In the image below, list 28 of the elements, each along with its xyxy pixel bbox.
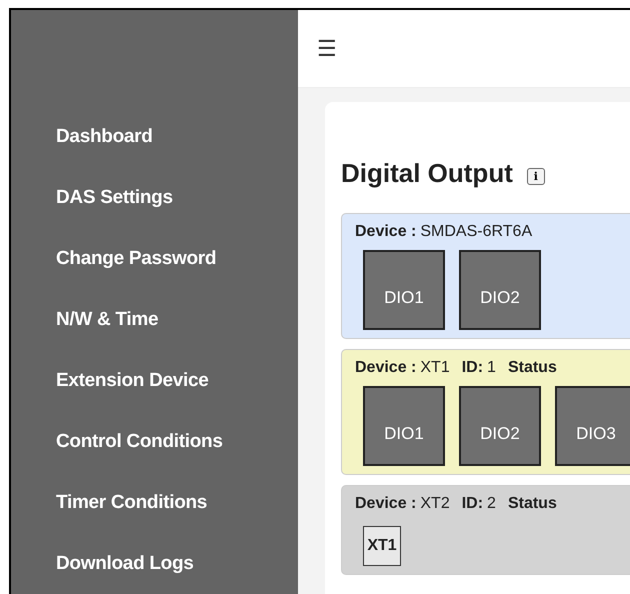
sidebar-item[interactable]: Download Logs bbox=[56, 550, 298, 578]
sidebar-item[interactable]: Dashboard bbox=[56, 123, 298, 151]
id-value: 2 bbox=[487, 494, 496, 514]
sidebar-item[interactable]: N/W & Time bbox=[56, 306, 298, 334]
device-tab[interactable]: XT1 bbox=[363, 526, 401, 566]
id-label: ID: bbox=[462, 358, 484, 378]
device-label: Device : bbox=[355, 494, 416, 514]
device-name: SMDAS-6RT6A bbox=[420, 222, 532, 242]
device-name: XT1 bbox=[420, 358, 450, 378]
device-label: Device : bbox=[355, 358, 416, 378]
device-name: XT2 bbox=[420, 494, 450, 514]
output-button[interactable]: DIO2 bbox=[459, 250, 541, 330]
sidebar-item[interactable]: Control Conditions bbox=[56, 428, 298, 456]
id-label: ID: bbox=[462, 494, 484, 514]
page-title: Digital Output bbox=[341, 157, 513, 190]
output-button[interactable]: DIO1 bbox=[363, 386, 445, 466]
sidebar-item[interactable]: Extension Device bbox=[56, 367, 298, 395]
info-button[interactable]: i bbox=[526, 168, 545, 185]
output-button[interactable]: DIO2 bbox=[459, 386, 541, 466]
output-button[interactable]: DIO3 bbox=[555, 386, 630, 466]
sidebar-item[interactable]: Change Password bbox=[56, 245, 298, 273]
sidebar-item[interactable]: DAS Settings bbox=[56, 184, 298, 212]
id-value: 1 bbox=[487, 358, 496, 378]
status-label: Status bbox=[508, 494, 557, 514]
sidebar-item[interactable]: Timer Conditions bbox=[56, 489, 298, 517]
output-button[interactable]: DIO1 bbox=[363, 250, 445, 330]
status-label: Status bbox=[508, 358, 557, 378]
device-label: Device : bbox=[355, 222, 416, 242]
